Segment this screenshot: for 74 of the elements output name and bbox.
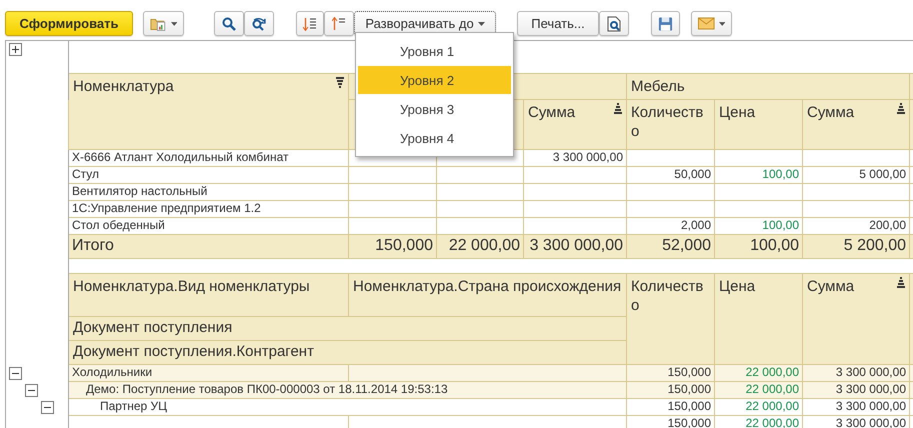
value-text: 150,000	[668, 400, 711, 413]
header-text: Количество	[631, 277, 704, 315]
sort-descending-button[interactable]	[296, 11, 324, 36]
save-button[interactable]	[651, 11, 680, 36]
sort-ascending-icon	[332, 16, 346, 30]
value-text: 22 000,00	[448, 237, 520, 254]
row-label: Х-6666 Атлант Холодильный комбинат	[72, 150, 288, 164]
menu-item[interactable]: Уровня 3	[358, 95, 511, 123]
print-preview-button[interactable]	[599, 11, 629, 36]
menu-item[interactable]: Уровня 4	[358, 124, 511, 152]
value-text: 100,00	[750, 237, 799, 254]
value-text: 150,000	[668, 382, 711, 396]
value-text: 5 000,00	[859, 168, 906, 181]
caret-icon	[478, 22, 485, 26]
value-text: 22 000,00	[746, 382, 799, 396]
header-text: Цена	[719, 104, 756, 121]
header-text: Номенклатура	[73, 77, 174, 96]
search-next-button[interactable]	[244, 11, 274, 36]
caret-icon	[170, 22, 177, 26]
value-text: 3 300 000,00	[836, 366, 906, 379]
print-button[interactable]: Печать...	[517, 11, 599, 36]
sort-icon[interactable]	[897, 277, 905, 289]
value-text: 2,000	[680, 218, 711, 232]
value-text: 3 300 000,00	[836, 400, 906, 413]
header-text: Количество	[631, 103, 704, 141]
envelope-icon	[698, 17, 715, 30]
header-text: Номенклатура.Вид номенклатуры	[73, 278, 310, 295]
value-text: 50,000	[674, 168, 711, 181]
preview-icon	[607, 16, 621, 32]
filter-icon[interactable]	[336, 77, 344, 89]
row-label: Стул	[72, 168, 100, 181]
header-text: Сумма	[528, 103, 576, 122]
report-options-button[interactable]	[143, 11, 184, 36]
sort-icon[interactable]	[614, 103, 622, 115]
value-text: 22 000,00	[746, 400, 799, 413]
group-header: Мебель	[631, 78, 685, 95]
send-email-button[interactable]	[691, 11, 732, 36]
collapse-icon[interactable]	[25, 384, 38, 396]
search-button[interactable]	[214, 11, 244, 36]
value-text: 100,00	[762, 218, 799, 232]
value-text: 5 200,00	[844, 237, 906, 254]
collapse-icon[interactable]	[9, 366, 22, 380]
header-text: Документ поступления.Контрагент	[73, 343, 314, 360]
value-text: 150,000	[668, 366, 711, 379]
expand-icon[interactable]	[9, 43, 22, 56]
header-text: Номенклатура.Страна происхождения	[353, 277, 622, 296]
group-row-label: Демо: Поступление товаров ПК00-000003 от 18.11.2014 19:53:13	[86, 382, 448, 396]
sort-descending-icon	[303, 16, 317, 30]
generate-button[interactable]: Сформировать	[5, 11, 133, 36]
value-text: 22 000,00	[746, 366, 799, 379]
group-row-label: Холодильники	[72, 366, 152, 379]
row-label: Вентилятор настольный	[72, 184, 208, 198]
header-text: Сумма	[807, 103, 854, 122]
row-label: 1С:Управление предприятием 1.2	[72, 202, 261, 215]
menu-item[interactable]: Уровня 1	[358, 37, 511, 65]
row-label: Стол обеденный	[72, 218, 165, 232]
value-text: 100,00	[762, 168, 799, 181]
value-text: 52,000	[662, 237, 711, 254]
value-text: 3 300 000,00	[552, 150, 623, 164]
search-icon	[222, 16, 236, 30]
value-text: 200,00	[869, 218, 906, 232]
total-label: Итого	[72, 237, 114, 254]
header-text: Сумма	[807, 277, 854, 296]
header-text: Цена	[719, 278, 756, 295]
search-arrow-icon	[251, 16, 267, 30]
sort-icon[interactable]	[897, 103, 905, 115]
value-text: 3 300 000,00	[836, 382, 906, 396]
caret-icon	[718, 22, 725, 26]
collapse-icon[interactable]	[41, 400, 54, 414]
menu-item[interactable]: Уровня 2	[358, 66, 511, 94]
value-text: 3 300 000,00	[530, 237, 623, 254]
value-text: 150,000	[375, 237, 433, 254]
header-text: Документ поступления	[73, 319, 232, 336]
group-row-label: Партнер УЦ	[100, 400, 168, 413]
